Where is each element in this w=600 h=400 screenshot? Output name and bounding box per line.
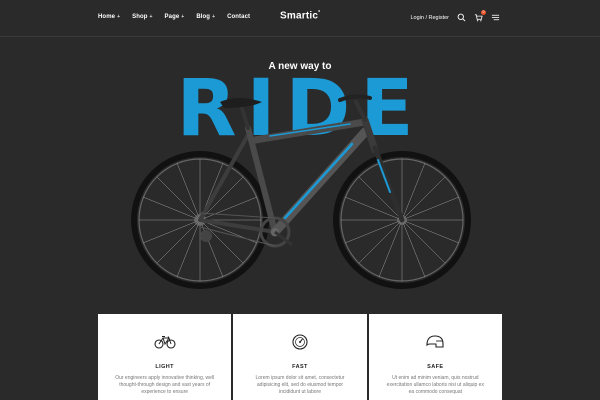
feature-title: LIGHT	[155, 364, 174, 370]
cart-icon[interactable]: 0	[474, 10, 486, 22]
cart-count-badge: 0	[481, 10, 486, 15]
features-row: LIGHT Our engineers apply innovative thi…	[98, 314, 502, 400]
bicycle-image	[131, 94, 471, 289]
bicycle-icon	[154, 336, 176, 349]
search-icon[interactable]	[457, 13, 466, 22]
feature-card-fast: FAST Lorem ipsum dolor sit amet, consect…	[233, 314, 367, 400]
nav-item-page[interactable]: Page +	[165, 14, 185, 20]
logo-mark: *	[318, 10, 321, 16]
nav-item-label: Page	[164, 14, 180, 20]
hero-section: Home + Shop + Page + Blog + Contact Smar…	[0, 0, 600, 400]
login-register-link[interactable]: Login / Register	[410, 15, 449, 21]
nav-item-label: Home	[98, 14, 116, 20]
nav-item-shop[interactable]: Shop +	[132, 14, 152, 20]
feature-card-safe: SAFE Ut enim ad minim veniam, quis nostr…	[368, 314, 502, 400]
nav-item-label: Blog	[196, 14, 211, 20]
nav-item-home[interactable]: Home +	[98, 14, 120, 20]
logo-text: Smartic	[280, 10, 319, 22]
feature-title: FAST	[292, 364, 308, 370]
plus-icon: +	[212, 14, 216, 20]
main-menu: Home + Shop + Page + Blog + Contact	[98, 14, 250, 20]
feature-description: Ut enim ad minim veniam, quis nostrud ex…	[386, 375, 484, 395]
header-divider	[0, 36, 600, 37]
speedometer-icon	[292, 334, 308, 350]
menu-icon[interactable]	[491, 13, 500, 22]
nav-item-contact[interactable]: Contact	[227, 14, 250, 20]
header-actions: Login / Register 0	[410, 10, 500, 22]
feature-description: Our engineers apply innovative thinking,…	[115, 375, 215, 395]
feature-title: SAFE	[427, 364, 444, 370]
plus-icon: +	[149, 14, 153, 20]
nav-item-blog[interactable]: Blog +	[196, 14, 215, 20]
nav-item-label: Shop	[132, 14, 148, 20]
plus-icon: +	[117, 14, 121, 20]
feature-description: Lorem ipsum dolor sit amet, consectetur …	[255, 375, 345, 395]
nav-item-label: Contact	[227, 14, 251, 20]
site-logo[interactable]: Smartic*	[280, 10, 320, 21]
feature-card-light: LIGHT Our engineers apply innovative thi…	[98, 314, 232, 400]
header-nav: Home + Shop + Page + Blog + Contact Smar…	[0, 0, 600, 36]
plus-icon: +	[181, 14, 185, 20]
helmet-icon	[426, 335, 444, 348]
